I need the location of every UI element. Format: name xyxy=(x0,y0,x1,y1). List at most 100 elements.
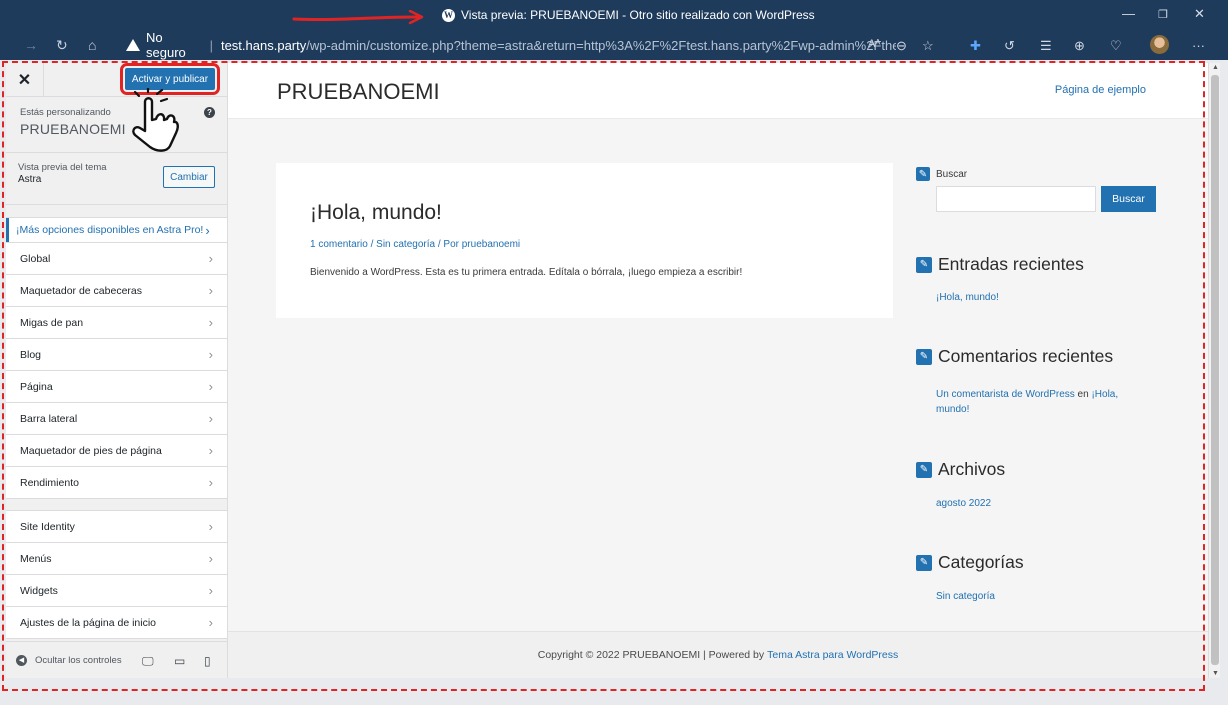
chevron-right-icon: › xyxy=(208,443,213,458)
footer-theme-link[interactable]: Tema Astra para WordPress xyxy=(767,649,898,661)
recent-comment-entry: Un comentarista de WordPress en ¡Hola, m… xyxy=(936,387,1156,417)
hand-pointer-icon xyxy=(132,88,179,152)
panel-label: Widgets xyxy=(20,584,58,597)
customizer-panel-item[interactable]: Widgets › xyxy=(6,575,227,607)
customizer-panel-item[interactable]: Ajustes de la página de inicio › xyxy=(6,607,227,639)
site-title[interactable]: PRUEBANOEMI xyxy=(277,79,440,105)
publish-button[interactable]: Activar y publicar xyxy=(120,63,220,95)
hide-controls-label[interactable]: Ocultar los controles xyxy=(35,655,122,666)
categories-title: Categorías xyxy=(938,552,1024,572)
collections-icon[interactable]: ⊕ xyxy=(1074,38,1085,54)
more-icon[interactable]: ··· xyxy=(1192,38,1205,53)
security-label: No seguro xyxy=(146,30,186,60)
comment-on-text: en xyxy=(1077,389,1089,400)
site-footer: Copyright © 2022 PRUEBANOEMI | Powered b… xyxy=(228,631,1208,678)
astra-pro-promo-link[interactable]: ¡Más opciones disponibles en Astra Pro! … xyxy=(6,217,227,243)
favorite-icon[interactable]: ☆ xyxy=(922,38,934,54)
extension-icon[interactable]: ✚ xyxy=(970,38,981,54)
window-title: W Vista previa: PRUEBANOEMI - Otro sitio… xyxy=(442,8,815,22)
customizer-panel-item[interactable]: Global › xyxy=(6,243,227,275)
tablet-preview-icon[interactable]: ▭ xyxy=(174,654,185,668)
categories-heading: ✎ Categorías xyxy=(916,552,1024,573)
chevron-right-icon: › xyxy=(208,551,213,566)
customizer-header: ✕ Activar y publicar xyxy=(6,63,227,97)
browser-essentials-icon[interactable]: ♡ xyxy=(1110,38,1122,54)
customizer-sidebar: ✕ Activar y publicar Estás personalizand… xyxy=(6,63,228,678)
customizer-panel-item[interactable]: Maquetador de cabeceras › xyxy=(6,275,227,307)
customizer-panel-item[interactable]: Maquetador de pies de página › xyxy=(6,435,227,467)
customizer-panel-item[interactable]: Blog › xyxy=(6,339,227,371)
comment-post-link-1[interactable]: ¡Hola, xyxy=(1091,389,1118,400)
chevron-right-icon: › xyxy=(208,475,213,490)
change-theme-button[interactable]: Cambiar xyxy=(163,166,215,188)
panel-label: Rendimiento xyxy=(20,476,79,489)
edit-widget-icon[interactable]: ✎ xyxy=(916,554,932,571)
panel-label: Global xyxy=(20,252,51,265)
customizer-panel-item[interactable]: Rendimiento › xyxy=(6,467,227,499)
chevron-right-icon: › xyxy=(208,379,213,394)
edit-widget-icon[interactable]: ✎ xyxy=(916,348,932,365)
scroll-up-icon[interactable]: ▲ xyxy=(1212,64,1219,71)
read-aloud-icon[interactable]: Aᴬ xyxy=(868,38,880,50)
mobile-preview-icon[interactable]: ▯ xyxy=(204,654,211,668)
nav-link-sample-page[interactable]: Página de ejemplo xyxy=(1055,84,1146,96)
search-input[interactable] xyxy=(936,186,1096,212)
help-icon[interactable]: ? xyxy=(204,107,215,118)
customizer-panel-item[interactable]: Menús › xyxy=(6,543,227,575)
customizer-panel-item[interactable]: Barra lateral › xyxy=(6,403,227,435)
chevron-right-icon: › xyxy=(208,411,213,426)
post-card: ¡Hola, mundo! 1 comentario / Sin categor… xyxy=(276,163,893,318)
recent-comments-heading: ✎ Comentarios recientes xyxy=(916,346,1113,367)
minimize-icon[interactable]: — xyxy=(1122,6,1135,21)
archive-link[interactable]: agosto 2022 xyxy=(936,496,991,511)
customizer-footer: ◀ Ocultar los controles 🖵 ▭ ▯ xyxy=(6,641,227,678)
edit-widget-icon[interactable]: ✎ xyxy=(916,256,932,273)
panel-label: Maquetador de cabeceras xyxy=(20,284,142,297)
post-title[interactable]: ¡Hola, mundo! xyxy=(310,201,442,225)
panel-label: Blog xyxy=(20,348,42,361)
customizer-panel-item[interactable]: Página › xyxy=(6,371,227,403)
scroll-down-icon[interactable]: ▼ xyxy=(1212,670,1219,677)
chevron-right-icon: › xyxy=(208,315,213,330)
favorites-bar-icon[interactable]: ☰ xyxy=(1040,38,1052,54)
wordpress-logo-icon: W xyxy=(442,8,455,22)
preview-scrollbar[interactable]: ▲ ▼ xyxy=(1208,63,1220,678)
archives-heading: ✎ Archivos xyxy=(916,459,1005,480)
customizing-info: Estás personalizando PRUEBANOEMI ? xyxy=(6,97,227,153)
chevron-right-icon: › xyxy=(208,283,213,298)
refresh-icon[interactable]: ↻ xyxy=(56,37,68,54)
edit-widget-icon[interactable]: ✎ xyxy=(916,167,930,181)
site-preview: PRUEBANOEMI Página de ejemplo ¡Hola, mun… xyxy=(228,63,1208,678)
zoom-icon[interactable]: ⊖ xyxy=(896,38,907,54)
address-bar[interactable]: No seguro | test.hans.party /wp-admin/cu… xyxy=(116,30,896,60)
comment-author-link[interactable]: Un comentarista de WordPress xyxy=(936,389,1075,400)
chevron-right-icon: › xyxy=(205,222,210,238)
customizing-label: Estás personalizando xyxy=(20,107,111,118)
edit-widget-icon[interactable]: ✎ xyxy=(916,461,932,478)
restore-icon[interactable]: ❐ xyxy=(1158,8,1168,21)
close-customizer-icon[interactable]: ✕ xyxy=(6,63,44,96)
customizer-panel-item[interactable]: Site Identity › xyxy=(6,511,227,543)
footer-text: Copyright © 2022 PRUEBANOEMI | Powered b… xyxy=(537,649,765,661)
close-window-icon[interactable]: ✕ xyxy=(1194,6,1205,22)
scrollbar-thumb[interactable] xyxy=(1211,75,1219,665)
profile-avatar[interactable] xyxy=(1150,35,1169,54)
url-separator: | xyxy=(209,37,213,53)
browser-sync-icon[interactable]: ↺ xyxy=(1004,38,1015,54)
desktop-preview-icon[interactable]: 🖵 xyxy=(142,654,154,669)
hide-controls-icon[interactable]: ◀ xyxy=(16,654,27,666)
address-toolbar: → ↻ ⌂ No seguro | test.hans.party /wp-ad… xyxy=(0,30,1228,60)
comment-post-link-2[interactable]: mundo! xyxy=(936,404,969,415)
theme-preview-box: Vista previa del tema Astra Cambiar xyxy=(6,153,227,205)
window-title-text: Vista previa: PRUEBANOEMI - Otro sitio r… xyxy=(461,8,815,22)
search-button[interactable]: Buscar xyxy=(1101,186,1156,212)
back-icon[interactable]: → xyxy=(24,37,38,53)
spacer xyxy=(6,499,227,511)
panel-label: Maquetador de pies de página xyxy=(20,444,162,457)
category-link[interactable]: Sin categoría xyxy=(936,589,995,604)
home-icon[interactable]: ⌂ xyxy=(88,37,96,53)
customizer-panel-item[interactable]: Migas de pan › xyxy=(6,307,227,339)
post-meta[interactable]: 1 comentario / Sin categoría / Por prueb… xyxy=(310,239,520,250)
recent-post-link[interactable]: ¡Hola, mundo! xyxy=(936,290,999,305)
